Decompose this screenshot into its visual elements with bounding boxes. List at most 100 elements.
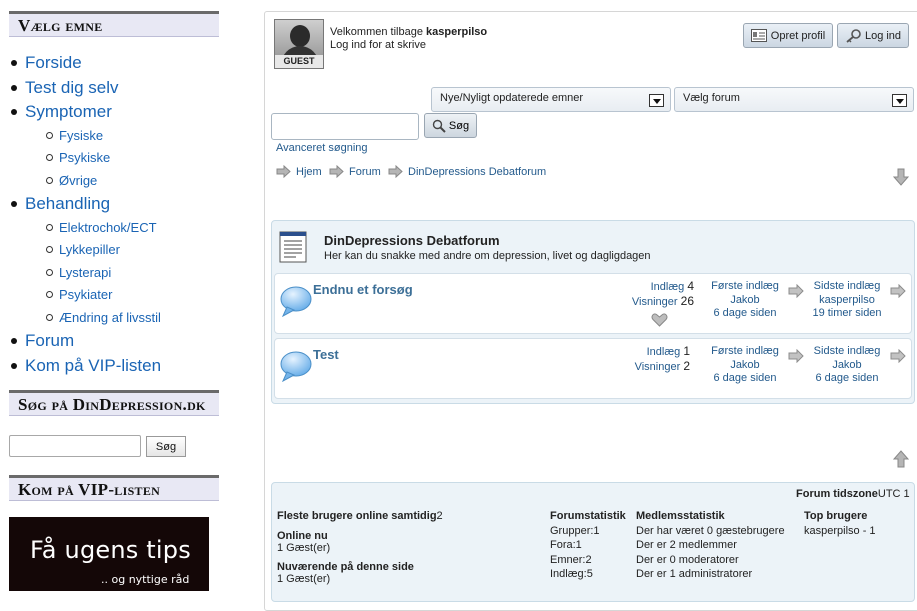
posts-label: Indlæg [650, 281, 685, 293]
search-input[interactable] [271, 113, 419, 140]
login-button[interactable]: Log ind [837, 23, 909, 48]
first-post-info: Første indlæg Jakob 6 dage siden [698, 345, 792, 386]
views-label: Visninger [631, 295, 678, 308]
breadcrumb-home[interactable]: Hjem [276, 165, 322, 178]
last-post-author[interactable]: kasperpilso [800, 294, 894, 308]
site-search-button[interactable]: Søg [146, 436, 186, 457]
avatar-label: GUEST [275, 55, 323, 68]
nav-item-symptomer[interactable]: Symptomer [9, 101, 224, 126]
posts-label: Indlæg [646, 346, 681, 358]
site-search-input[interactable] [9, 435, 141, 457]
member-stat-admins: Der er 1 administratorer [636, 568, 753, 580]
nav-subitem-fysiske[interactable]: Fysiske [9, 126, 224, 149]
nav-item-forum[interactable]: Forum [9, 330, 224, 355]
vip-banner[interactable]: Få ugens tips .. og nyttige råd [9, 517, 209, 591]
last-post-label: Sidste indlæg [813, 345, 881, 357]
member-stat-guests: Der har været 0 gæstebrugere [636, 525, 785, 537]
topics-select[interactable]: Nye/Nyligt opdaterede emner [431, 87, 671, 112]
vip-heading: Kom på VIP-listen [9, 475, 219, 501]
breadcrumb-home-label: Hjem [296, 165, 322, 178]
search-button[interactable]: Søg [424, 113, 477, 138]
forum-stat-groups: Grupper:1 [550, 525, 600, 537]
nav-subitem-psykiater[interactable]: Psykiater [9, 285, 224, 308]
last-post-author[interactable]: Jakob [800, 359, 894, 373]
heart-icon[interactable] [651, 313, 668, 327]
views-count: 26 [680, 293, 694, 308]
nav-subitem-lykkepiller[interactable]: Lykkepiller [9, 240, 224, 263]
forum-stat-posts: Indlæg:5 [550, 568, 593, 580]
nav-subitem-ovrige[interactable]: Øvrige [9, 171, 224, 194]
timezone-label: Forum tidszone [796, 488, 878, 500]
member-stats-heading: Medlemsstatistik [636, 510, 725, 522]
welcome-prefix: Velkommen tilbage [330, 26, 426, 38]
nav-subitem-psykiske[interactable]: Psykiske [9, 148, 224, 171]
nav-subitem-lysterapi[interactable]: Lysterapi [9, 263, 224, 286]
first-post-author[interactable]: Jakob [698, 294, 792, 308]
forum-stat-topics: Emner:2 [550, 554, 592, 566]
forum-stats-heading: Forumstatistik [550, 510, 626, 522]
statistics-box [271, 482, 915, 602]
first-post-author[interactable]: Jakob [698, 359, 792, 373]
breadcrumb-forum[interactable]: Forum [329, 165, 381, 178]
search-button-label: Søg [448, 119, 470, 132]
on-page-value: 1 Gæst(er) [277, 573, 331, 585]
forum-title[interactable]: DinDepressions Debatforum [324, 233, 500, 248]
forum-description: Her kan du snakke med andre om depressio… [324, 250, 651, 262]
site-nav: Forside Test dig selv Symptomer Fysiske … [9, 52, 224, 379]
first-post-label: Første indlæg [711, 345, 779, 357]
arrow-right-icon[interactable] [890, 284, 906, 298]
breadcrumb-forum-label: Forum [349, 165, 381, 178]
top-user-item[interactable]: kasperpilso - 1 [804, 525, 876, 537]
nav-item-forside[interactable]: Forside [9, 52, 224, 77]
arrow-right-icon [276, 165, 291, 178]
posts-count: 1 [683, 344, 690, 358]
topic-stats: Indlæg 1 Visninger 2 [596, 344, 690, 374]
top-users-heading: Top brugere [804, 510, 868, 522]
advanced-search-link[interactable]: Avanceret søgning [276, 142, 368, 154]
member-stat-moderators: Der er 0 moderatorer [636, 554, 739, 566]
banner-headline: Få ugens tips [30, 536, 191, 564]
timezone: Forum tidszoneUTC 1 [796, 488, 910, 500]
arrow-right-icon [388, 165, 403, 178]
nav-subitem-ect[interactable]: Elektrochok/ECT [9, 218, 224, 241]
last-post-label: Sidste indlæg [813, 280, 881, 292]
timezone-value: UTC 1 [877, 488, 910, 500]
posts-count: 4 [687, 279, 694, 293]
nav-subitem-livsstil[interactable]: Ændring af livsstil [9, 308, 224, 331]
arrow-right-icon[interactable] [890, 349, 906, 363]
last-post-time: 19 timer siden [812, 307, 882, 319]
views-label: Visninger [634, 360, 681, 373]
search-icon [432, 119, 446, 133]
scroll-down-icon[interactable] [893, 168, 909, 186]
topic-title[interactable]: Test [313, 347, 339, 362]
forum-select[interactable]: Vælg forum [674, 87, 914, 112]
scroll-up-icon[interactable] [893, 450, 909, 468]
login-hint: Log ind for at skrive [330, 39, 426, 51]
create-profile-button[interactable]: Opret profil [743, 23, 833, 48]
last-post-info: Sidste indlæg Jakob 6 dage siden [800, 345, 894, 386]
topic-stats: Indlæg 4 Visninger 26 [600, 279, 694, 309]
last-post-time: 6 dage siden [815, 372, 879, 384]
arrow-right-icon [329, 165, 344, 178]
login-label: Log ind [864, 29, 902, 42]
speech-bubble-icon [280, 351, 312, 382]
site-search-heading: Søg på DinDepression.dk [9, 390, 219, 416]
topic-heading: Vælg emne [9, 11, 219, 37]
topics-select-value: Nye/Nyligt opdaterede emner [440, 92, 584, 104]
breadcrumb-current[interactable]: DinDepressions Debatforum [388, 165, 546, 178]
most-online-value: 2 [436, 510, 443, 522]
banner-subline: .. og nyttige råd [101, 573, 190, 586]
nav-item-vip[interactable]: Kom på VIP-listen [9, 355, 224, 380]
avatar: GUEST [274, 19, 324, 69]
nav-item-test[interactable]: Test dig selv [9, 77, 224, 102]
chevron-down-icon [892, 94, 907, 107]
online-now-label: Online nu [277, 530, 328, 542]
welcome-line: Velkommen tilbage kasperpilso [330, 26, 487, 38]
first-post-time: 6 dage siden [713, 372, 777, 384]
views-count: 2 [683, 358, 690, 373]
forum-select-value: Vælg forum [683, 92, 740, 104]
topic-title[interactable]: Endnu et forsøg [313, 282, 413, 297]
first-post-time: 6 dage siden [713, 307, 777, 319]
nav-item-behandling[interactable]: Behandling [9, 193, 224, 218]
first-post-label: Første indlæg [711, 280, 779, 292]
